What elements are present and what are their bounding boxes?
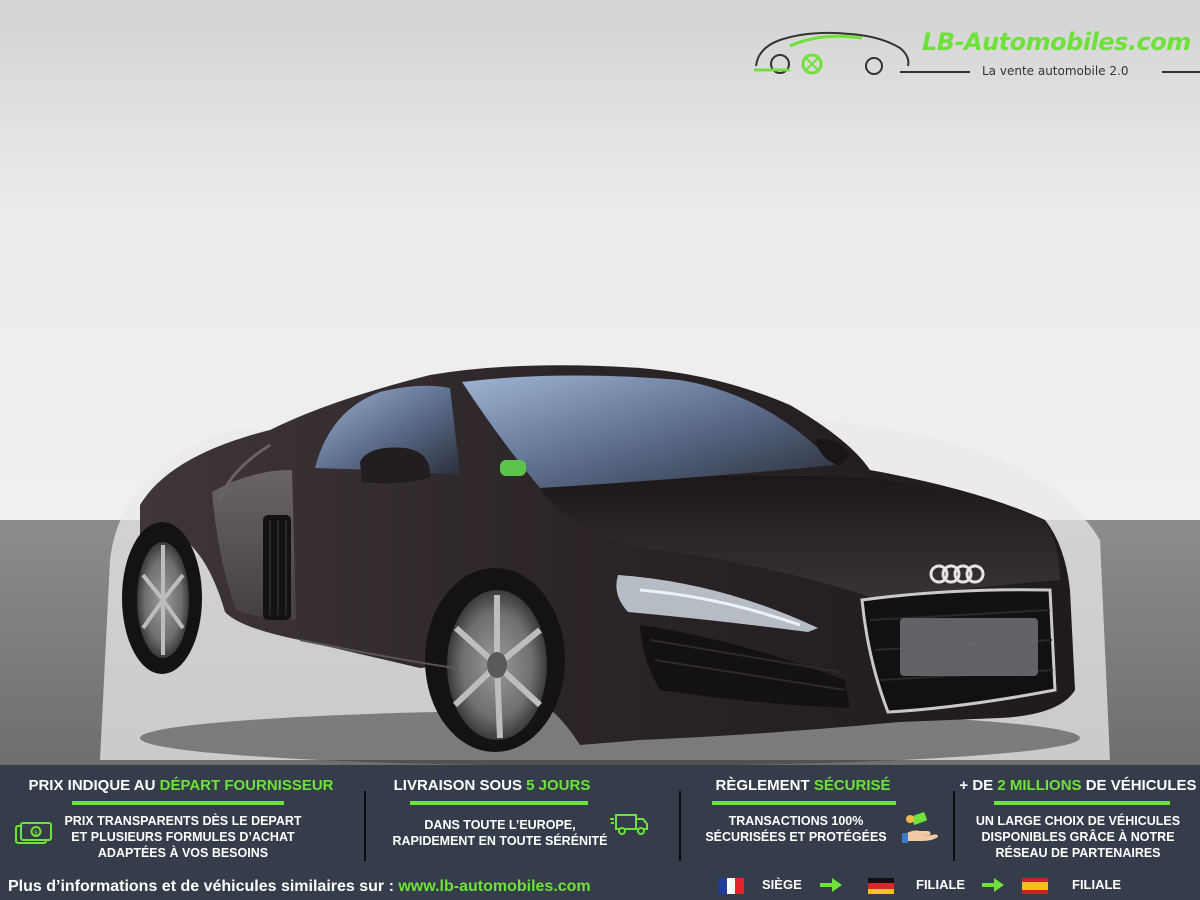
feature-price-description: PRIX TRANSPARENTS DÈS LE DEPART ET PLUSI… [64, 814, 302, 860]
location-label-headquarters: SIÈGE [762, 877, 802, 892]
feature-price-rule [72, 801, 284, 805]
sports-car-logo-icon [754, 31, 910, 75]
location-label-germany: FILIALE [916, 877, 966, 892]
delivery-truck-icon [610, 814, 648, 835]
location-label-spain: FILIALE [1072, 877, 1122, 892]
feature-vehicles: + DE 2 MILLIONS DE VÉHICULES UN LARGE CH… [956, 765, 1200, 870]
feature-delivery-rule [410, 801, 588, 805]
feature-price: PRIX INDIQUE AU DÉPART FOURNISSEUR $ PRI… [0, 765, 362, 870]
front-wheel [425, 568, 565, 752]
feature-payment-title: RÈGLEMENT SÉCURISÉ [715, 777, 891, 794]
payment-hand-icon [902, 812, 938, 843]
footer-text: Plus d’informations et de véhicules simi… [8, 878, 399, 895]
tagline-rule-right [1162, 71, 1200, 73]
brand-tagline: La vente automobile 2.0 [982, 64, 1129, 78]
arrow-right-icon [982, 878, 1004, 892]
rear-wheel [122, 522, 202, 674]
footer-more-info: Plus d’informations et de véhicules simi… [8, 878, 591, 896]
feature-delivery-description: DANS TOUTE L’EUROPE, RAPIDEMENT EN TOUTE… [392, 818, 608, 848]
footer-website-link[interactable]: www.lb-automobiles.com [398, 878, 590, 895]
license-plate-blurred [900, 618, 1038, 676]
divider [953, 791, 955, 861]
feature-payment-description: TRANSACTIONS 100% SÉCURISÉES ET PROTÉGÉE… [705, 814, 887, 844]
money-bill-icon: $ [15, 822, 52, 844]
divider [679, 791, 681, 861]
feature-payment: RÈGLEMENT SÉCURISÉ TRANSACTIONS 100% SÉC… [682, 765, 952, 870]
brand-logo: LB-Automobiles.com La vente automobile 2… [750, 22, 1200, 82]
windshield-sticker [500, 460, 526, 476]
feature-delivery-title: LIVRAISON SOUS 5 JOURS [393, 777, 591, 794]
brand-name: LB-Automobiles.com [922, 28, 1191, 56]
feature-price-title: PRIX INDIQUE AU DÉPART FOURNISSEUR [28, 777, 334, 794]
feature-vehicles-rule [994, 801, 1170, 805]
feature-vehicles-description: UN LARGE CHOIX DE VÉHICULES DISPONIBLES … [975, 814, 1181, 860]
tagline-rule-left [900, 71, 970, 73]
feature-delivery: LIVRAISON SOUS 5 JOURS DANS TOUTE L’EURO… [366, 765, 678, 870]
feature-vehicles-title: + DE 2 MILLIONS DE VÉHICULES [959, 777, 1197, 794]
info-banner: PRIX INDIQUE AU DÉPART FOURNISSEUR $ PRI… [0, 765, 1200, 900]
svg-text:$: $ [34, 829, 38, 837]
germany-flag-icon [868, 878, 894, 894]
spain-flag-icon [1022, 878, 1048, 894]
arrow-right-icon [820, 878, 842, 892]
france-flag-icon [718, 878, 744, 894]
feature-payment-rule [712, 801, 896, 805]
